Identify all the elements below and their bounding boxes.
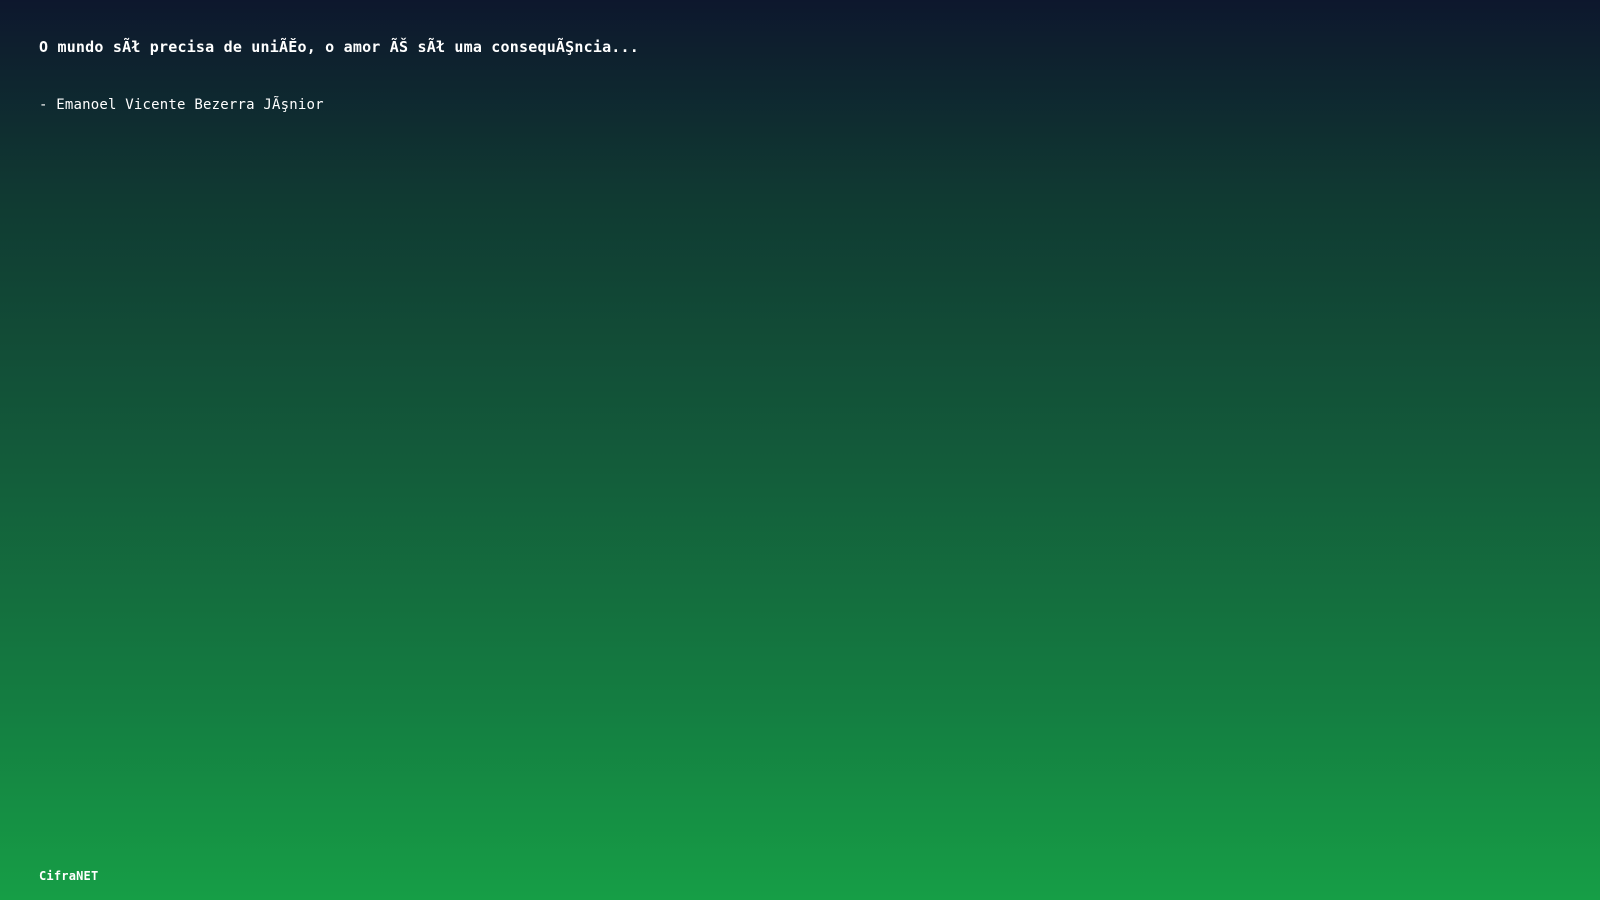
quote-block: O mundo sÃł precisa de uniÃĚo, o amor ÃŠ… [39,36,1439,115]
brand-label: CifraNET [39,869,99,883]
quote-author: - Emanoel Vicente Bezerra JÃşnior [39,97,324,113]
quote-text: O mundo sÃł precisa de uniÃĚo, o amor ÃŠ… [39,38,639,56]
